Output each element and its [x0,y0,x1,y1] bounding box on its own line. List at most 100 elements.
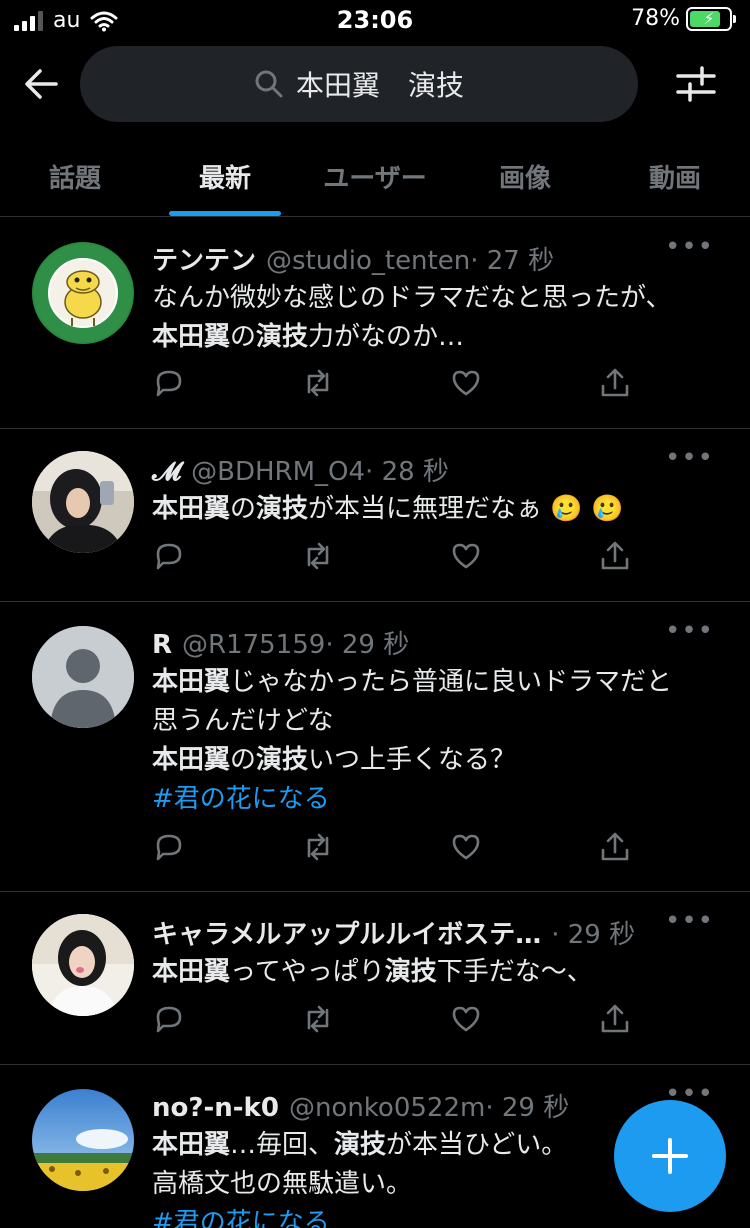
reply-icon[interactable] [152,1002,186,1036]
highlight-term: 本田翼 [152,1130,231,1160]
highlight-term: 本田翼 [152,322,231,352]
frog-logo-icon [34,244,132,342]
handle[interactable]: @nonko0522m [289,1093,485,1123]
handle[interactable]: @R175159 [182,630,325,660]
timestamp: · 29 秒 [485,1093,570,1123]
back-arrow-icon[interactable] [20,62,64,106]
like-icon[interactable] [449,830,483,864]
battery-icon: ⚡ [686,6,736,31]
tweet-text-line: 本田翼ってやっぱり演技下手だな〜、 [152,953,720,992]
text-run: じゃなかったら普通に良いドラマだと [230,667,673,697]
text-run: ってやっぱり [230,957,385,987]
text-run: なんか微妙な感じのドラマだなと思ったが、 [152,283,672,313]
share-icon[interactable] [598,366,632,400]
text-run: 下手だな〜、 [436,957,593,987]
tab-latest[interactable]: 最新 [150,140,300,216]
retweet-icon[interactable] [301,539,335,573]
text-run: 力がなのか… [308,322,465,352]
tab-trending[interactable]: 話題 [0,140,150,216]
display-name[interactable]: キャラメルアップルルイボステ… [152,914,541,951]
share-icon[interactable] [598,539,632,573]
tweet-text-line: 思うんだけどな [152,702,720,741]
status-bar: au 23:06 78% ⚡ [0,0,750,42]
text-run: の [230,322,257,352]
timestamp: · 28 秒 [365,457,449,487]
reply-icon[interactable] [152,830,186,864]
search-input[interactable]: 本田翼 演技 [80,46,638,122]
like-icon[interactable] [449,1002,483,1036]
filter-icon[interactable] [674,62,718,106]
text-run: の [230,494,257,524]
highlight-term: 本田翼 [152,745,231,775]
search-query: 本田翼 演技 [295,69,464,102]
compose-button[interactable] [614,1100,726,1212]
tweet-actions [152,1002,632,1036]
tweet-text-line: 本田翼じゃなかったら普通に良いドラマだと [152,663,720,702]
highlight-term: 演技 [384,957,437,987]
text-run: いつ上手くなる？ [308,745,517,775]
hashtag-link[interactable]: #君の花になる [152,1208,330,1228]
tweet[interactable]: テンテン @studio_tenten · 27 秒 ••• なんか微妙な感じの… [0,218,750,429]
more-icon[interactable]: ••• [665,616,714,646]
highlight-term: 本田翼 [152,957,231,987]
like-icon[interactable] [449,366,483,400]
highlight-term: 演技 [256,745,309,775]
tweet[interactable]: 𝓜 @BDHRM_O4 · 28 秒 ••• 本田翼の演技が本当に無理だなぁ 🥲… [0,429,750,602]
tweet-actions [152,539,632,573]
tweet-text-line: 本田翼の演技力がなのか… [152,318,720,357]
text-run: が本当に無理だなぁ 🥲 🥲 [308,494,624,524]
battery-percent: 78% [631,6,680,31]
tweet-text: 本田翼ってやっぱり演技下手だな〜、 [152,953,720,992]
tweet-text-line: なんか微妙な感じのドラマだなと思ったが、 [152,279,720,318]
display-name[interactable]: テンテン [152,240,256,277]
tweet-text-line: #君の花になる [152,1204,720,1228]
tweet-text: 本田翼の演技が本当に無理だなぁ 🥲 🥲 [152,490,720,529]
avatar[interactable] [32,242,134,344]
text-run: の [230,745,257,775]
timestamp: · 29 秒 [325,630,410,660]
default-avatar-icon [32,626,134,728]
more-icon[interactable]: ••• [665,232,714,262]
display-name[interactable]: 𝓜 [152,457,181,488]
tab-videos[interactable]: 動画 [600,140,750,216]
highlight-term: 演技 [256,322,309,352]
highlight-term: 本田翼 [152,667,231,697]
profile-photo-icon [32,1089,134,1191]
search-tabs: 話題 最新 ユーザー 画像 動画 [0,140,750,217]
search-icon [255,70,283,98]
display-name[interactable]: no?-n-k0 [152,1093,279,1123]
tweet-actions [152,366,632,400]
tab-images[interactable]: 画像 [450,140,600,216]
avatar[interactable] [32,626,134,728]
tweet[interactable]: R @R175159 · 29 秒 ••• 本田翼じゃなかったら普通に良いドラマ… [0,602,750,892]
tab-users[interactable]: ユーザー [300,140,450,216]
like-icon[interactable] [449,539,483,573]
more-icon[interactable]: ••• [665,443,714,473]
retweet-icon[interactable] [301,1002,335,1036]
more-icon[interactable]: ••• [665,906,714,936]
avatar[interactable] [32,1089,134,1191]
avatar[interactable] [32,914,134,1016]
hashtag-link[interactable]: #君の花になる [152,784,330,814]
share-icon[interactable] [598,1002,632,1036]
tweet-actions [152,830,632,864]
timestamp: · 29 秒 [551,920,636,950]
display-name[interactable]: R [152,630,172,660]
tweet-text-line: 本田翼の演技が本当に無理だなぁ 🥲 🥲 [152,490,720,529]
share-icon[interactable] [598,830,632,864]
tweet-text: 本田翼じゃなかったら普通に良いドラマだと 思うんだけどな 本田翼の演技いつ上手くなる… [152,663,720,819]
profile-photo-icon [32,451,134,553]
tweet[interactable]: キャラメルアップルルイボステ… · 29 秒 ••• 本田翼ってやっぱり演技下手… [0,892,750,1065]
avatar[interactable] [32,451,134,553]
timestamp: · 27 秒 [470,246,555,276]
reply-icon[interactable] [152,539,186,573]
highlight-term: 本田翼 [152,494,231,524]
reply-icon[interactable] [152,366,186,400]
retweet-icon[interactable] [301,366,335,400]
handle[interactable]: @studio_tenten [266,246,470,276]
handle[interactable]: @BDHRM_O4 [191,457,365,487]
retweet-icon[interactable] [301,830,335,864]
text-run: 高橋文也の無駄遣い。 [152,1169,413,1199]
profile-photo-icon [32,914,134,1016]
tweet-text-line: #君の花になる [152,780,720,819]
